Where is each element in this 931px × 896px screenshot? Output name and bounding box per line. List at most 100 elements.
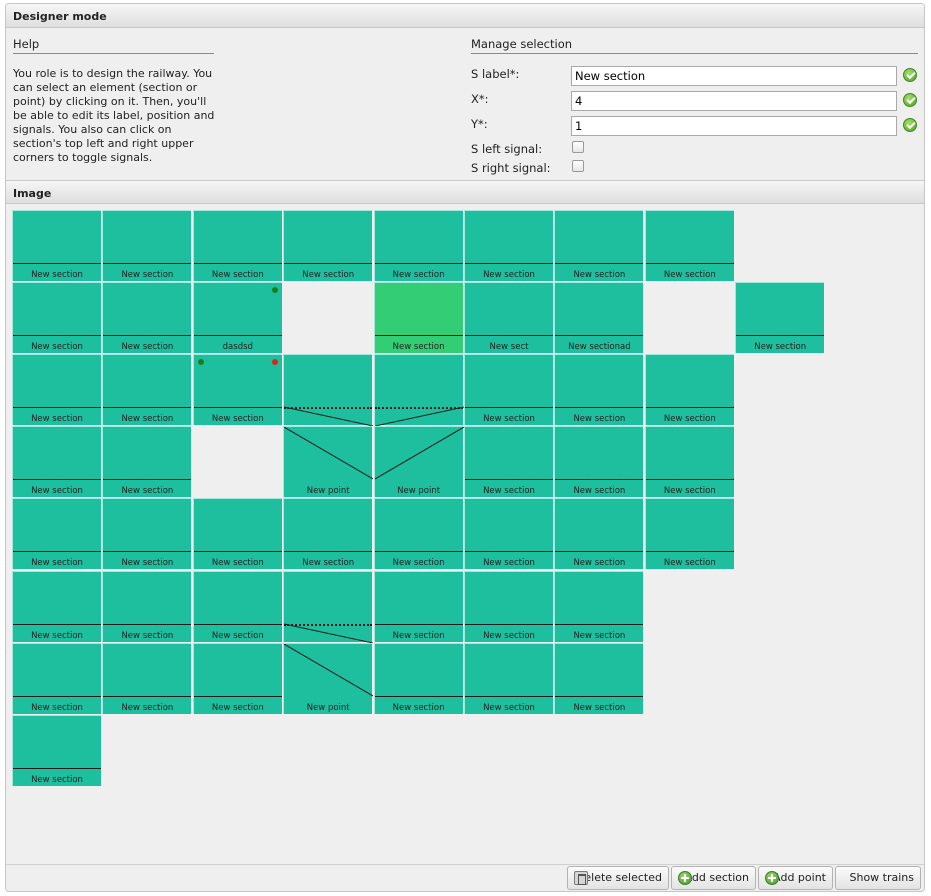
grid-section[interactable]: New sectionad <box>554 282 644 354</box>
add-section-button[interactable]: Add section <box>671 866 756 890</box>
right-signal-label: S right signal: <box>471 161 551 175</box>
grid-section[interactable]: New section <box>644 426 734 498</box>
grid-section[interactable]: New section <box>554 426 644 498</box>
track-line <box>103 263 192 264</box>
grid-section[interactable]: New section <box>554 570 644 642</box>
grid-section[interactable]: New section <box>735 282 825 354</box>
y-input[interactable] <box>571 116 897 136</box>
delete-selected-button[interactable]: Delete selected <box>567 866 669 890</box>
grid-section[interactable]: New section <box>12 426 101 498</box>
grid-section[interactable]: New section <box>12 570 101 642</box>
grid-section[interactable]: New sect <box>464 282 553 354</box>
track-line <box>555 407 644 409</box>
grid-section[interactable]: New section <box>283 498 373 570</box>
add-section-label: Add section <box>684 871 749 884</box>
label-input[interactable] <box>571 66 897 86</box>
track-line <box>103 623 192 625</box>
cell-label: New section <box>573 558 626 569</box>
grid-section[interactable]: New section <box>554 642 644 714</box>
grid-point[interactable] <box>373 354 464 427</box>
grid-section[interactable]: New section <box>192 570 282 642</box>
grid-section[interactable]: New section <box>12 210 101 281</box>
grid-point[interactable]: New point <box>373 426 464 498</box>
grid-section[interactable]: New section <box>283 210 373 281</box>
plus-icon <box>765 871 779 885</box>
grid-point[interactable]: New point <box>283 426 374 498</box>
cell-label: New section <box>392 342 445 353</box>
cell-label: New section <box>483 630 535 641</box>
right-signal-indicator[interactable] <box>271 287 278 294</box>
right-signal-indicator[interactable] <box>271 359 278 366</box>
grid-section[interactable]: New section <box>644 354 734 426</box>
grid-section[interactable]: New section <box>12 714 101 786</box>
grid-section[interactable]: New section <box>192 210 282 281</box>
cell-label: New section <box>573 486 626 497</box>
grid-point[interactable] <box>283 354 374 427</box>
grid-section[interactable]: New section <box>102 570 192 642</box>
grid-section[interactable]: New section <box>102 498 192 570</box>
cell-label: New sect <box>489 342 529 353</box>
grid-section[interactable]: New section <box>102 210 192 281</box>
cell-label: New section <box>392 702 445 713</box>
cell-label: New section <box>573 414 626 425</box>
grid-section[interactable]: New section <box>192 354 282 426</box>
track-line <box>193 551 282 553</box>
grid-section[interactable]: New section <box>373 210 463 281</box>
grid-section[interactable]: New section <box>373 642 463 714</box>
cell-label: New section <box>121 414 174 425</box>
grid-point[interactable]: New point <box>283 642 374 714</box>
cell-label: dasdsd <box>222 342 253 353</box>
grid-section[interactable]: New section <box>464 642 553 714</box>
add-point-button[interactable]: Add point <box>758 866 833 890</box>
grid-section[interactable]: New section <box>373 498 463 570</box>
grid-section[interactable]: New section <box>12 498 101 570</box>
track-line <box>465 407 553 409</box>
cell-label: New section <box>31 702 83 713</box>
grid-section[interactable]: New section <box>373 282 463 354</box>
help-line: section's top left and right upper <box>13 137 194 150</box>
grid-point[interactable] <box>283 570 374 643</box>
grid-section[interactable]: New section <box>12 354 101 426</box>
left-signal-indicator[interactable] <box>197 359 204 366</box>
grid-section[interactable]: New section <box>464 426 553 498</box>
image-title: Image <box>13 187 52 200</box>
track-line <box>13 767 101 769</box>
grid-section[interactable]: New section <box>102 354 192 426</box>
grid-section[interactable]: New section <box>192 498 282 570</box>
cell-label: New section <box>211 414 264 425</box>
delete-selected-label: Delete selected <box>575 871 662 884</box>
grid-section[interactable]: New section <box>464 570 553 642</box>
grid-section[interactable]: New section <box>12 282 101 354</box>
cell-label: New section <box>121 702 174 713</box>
right-signal-checkbox[interactable] <box>572 160 584 172</box>
grid-section[interactable]: New section <box>464 498 553 570</box>
cell-label: New section <box>31 630 83 641</box>
cell-label: New section <box>31 414 83 425</box>
grid-section[interactable]: New section <box>554 498 644 570</box>
cell-label: New section <box>121 342 174 353</box>
cell-label: New section <box>211 558 264 569</box>
valid-check-icon <box>903 68 917 82</box>
left-signal-checkbox[interactable] <box>572 141 584 153</box>
grid-section[interactable]: New section <box>102 642 192 714</box>
cell-label: New section <box>302 558 355 569</box>
cell-label: New point <box>306 486 350 497</box>
grid-section[interactable]: New section <box>554 354 644 426</box>
track-line <box>103 551 192 553</box>
show-trains-button[interactable]: Show trains <box>835 866 921 890</box>
cell-label: New section <box>663 486 716 497</box>
grid-section[interactable]: New section <box>102 426 192 498</box>
grid-section[interactable]: New section <box>373 570 463 642</box>
grid-section[interactable]: New section <box>554 210 644 281</box>
x-input[interactable] <box>571 91 897 111</box>
grid-section[interactable]: New section <box>464 210 553 281</box>
grid-section[interactable]: dasdsd <box>192 282 282 354</box>
grid-section[interactable]: New section <box>464 354 553 426</box>
manage-selection-title: Manage selection <box>471 37 918 54</box>
grid-section[interactable]: New section <box>644 210 734 281</box>
grid-section[interactable]: New section <box>192 642 282 714</box>
grid-section[interactable]: New section <box>12 642 101 714</box>
grid-section[interactable]: New section <box>644 498 734 570</box>
track-line <box>103 335 192 337</box>
grid-section[interactable]: New section <box>102 282 192 354</box>
